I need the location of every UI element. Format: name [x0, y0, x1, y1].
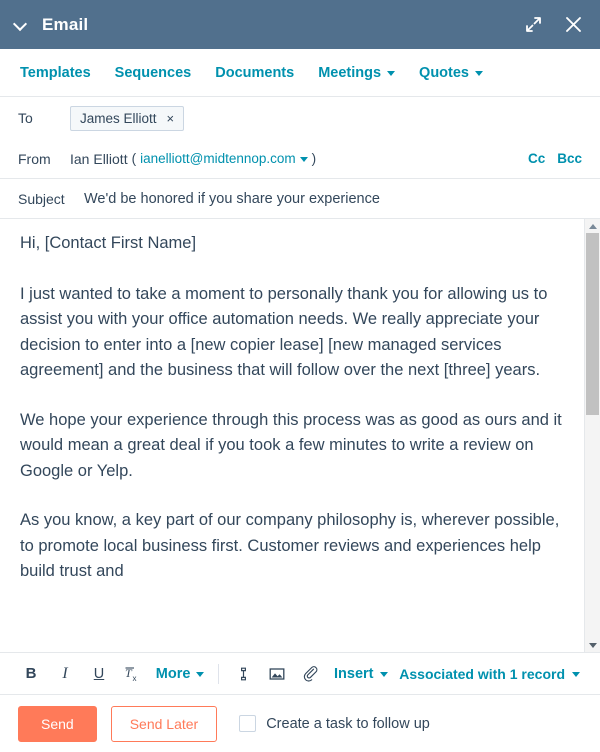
chevron-down-icon[interactable] — [14, 18, 28, 32]
tab-sequences[interactable]: Sequences — [115, 65, 192, 81]
to-label: To — [18, 110, 33, 126]
body-paragraph: I just wanted to take a moment to person… — [20, 284, 548, 380]
body-paragraph: We hope your experience through this pro… — [20, 410, 562, 480]
chevron-down-icon — [572, 672, 580, 677]
associated-records-label: Associated with 1 record — [399, 665, 565, 682]
from-name: Ian Elliott — [70, 150, 128, 167]
remove-recipient-icon[interactable]: × — [167, 112, 175, 125]
body-paragraph: As you know, a key part of our company p… — [20, 511, 560, 580]
window-titlebar: Email — [0, 0, 600, 49]
from-email[interactable]: ianelliott@midtennop.com — [140, 151, 296, 166]
underline-button[interactable]: U — [88, 661, 110, 687]
scrollbar-track[interactable] — [585, 233, 600, 638]
insert-dropdown[interactable]: Insert — [334, 661, 388, 687]
tab-documents[interactable]: Documents — [215, 65, 294, 81]
italic-button[interactable]: I — [54, 661, 76, 687]
subject-input[interactable]: We'd be honored if you share your experi… — [84, 191, 380, 207]
close-icon[interactable] — [562, 14, 584, 36]
subject-field-row[interactable]: Subject We'd be honored if you share you… — [0, 179, 600, 219]
tab-documents-label: Documents — [215, 64, 295, 81]
bcc-link[interactable]: Bcc — [557, 151, 582, 166]
body-paragraph: Hi, [Contact First Name] — [20, 234, 197, 252]
tab-quotes[interactable]: Quotes — [419, 65, 483, 81]
link-icon[interactable] — [232, 661, 254, 687]
to-field-row[interactable]: To James Elliott × — [0, 97, 600, 139]
window-title: Email — [42, 14, 89, 34]
chevron-down-icon[interactable] — [299, 157, 308, 162]
more-label: More — [155, 665, 191, 682]
cc-link[interactable]: Cc — [528, 151, 545, 166]
send-later-button[interactable]: Send Later — [110, 705, 218, 742]
paperclip-icon[interactable] — [300, 661, 322, 687]
tab-quotes-label: Quotes — [419, 64, 469, 81]
from-paren-open: ( — [131, 151, 137, 166]
cc-bcc-group: Cc Bcc — [528, 151, 582, 166]
scrollbar-thumb[interactable] — [586, 233, 599, 416]
send-button[interactable]: Send — [18, 705, 97, 742]
tab-templates-label: Templates — [20, 64, 91, 81]
associated-records-dropdown[interactable]: Associated with 1 record — [399, 666, 580, 682]
from-label: From — [18, 150, 51, 167]
email-body-editor[interactable]: Hi, [Contact First Name] I just wanted t… — [0, 219, 584, 652]
more-formatting-dropdown[interactable]: More — [155, 661, 205, 687]
chevron-down-icon — [196, 672, 205, 677]
tab-meetings-label: Meetings — [318, 64, 382, 81]
composer-action-bar: Send Send Later Create a task to follow … — [0, 695, 600, 752]
titlebar-left-group: Email — [14, 15, 88, 35]
subject-label: Subject — [18, 190, 65, 207]
tab-sequences-label: Sequences — [114, 64, 192, 81]
chevron-down-icon — [475, 71, 483, 76]
toolbar-divider — [218, 663, 220, 684]
clear-formatting-button[interactable]: T x — [122, 661, 144, 687]
from-paren-close: ) — [311, 151, 317, 166]
tab-meetings[interactable]: Meetings — [318, 64, 396, 81]
chevron-down-icon — [387, 71, 396, 76]
scroll-down-arrow-icon[interactable] — [585, 638, 600, 652]
format-toolbar: B I U T x More Insert Associated with 1 … — [0, 653, 600, 695]
followup-task-checkbox-group[interactable]: Create a task to follow up — [239, 715, 430, 732]
titlebar-right-group — [522, 14, 584, 36]
chevron-down-icon — [379, 672, 388, 677]
svg-text:x: x — [133, 674, 137, 682]
followup-task-checkbox[interactable] — [239, 715, 257, 732]
recipient-name: James Elliott — [80, 110, 157, 126]
bold-button[interactable]: B — [20, 661, 42, 687]
from-value[interactable]: Ian Elliott ( ianelliott@midtennop.com ) — [70, 151, 316, 167]
body-scrollbar[interactable] — [584, 219, 600, 652]
scroll-up-arrow-icon[interactable] — [585, 219, 600, 233]
insert-label: Insert — [334, 665, 374, 682]
from-field-row: From Ian Elliott ( ianelliott@midtennop.… — [0, 139, 600, 179]
recipient-chip[interactable]: James Elliott × — [70, 105, 185, 131]
email-composer-window: Email Templates Sequences Documents Meet… — [0, 0, 600, 752]
followup-task-label: Create a task to follow up — [266, 715, 430, 732]
insert-tabbar: Templates Sequences Documents Meetings Q… — [0, 49, 600, 97]
email-body-area: Hi, [Contact First Name] I just wanted t… — [0, 219, 600, 653]
image-icon[interactable] — [266, 661, 288, 687]
expand-icon[interactable] — [522, 14, 544, 36]
tab-templates[interactable]: Templates — [20, 65, 91, 81]
